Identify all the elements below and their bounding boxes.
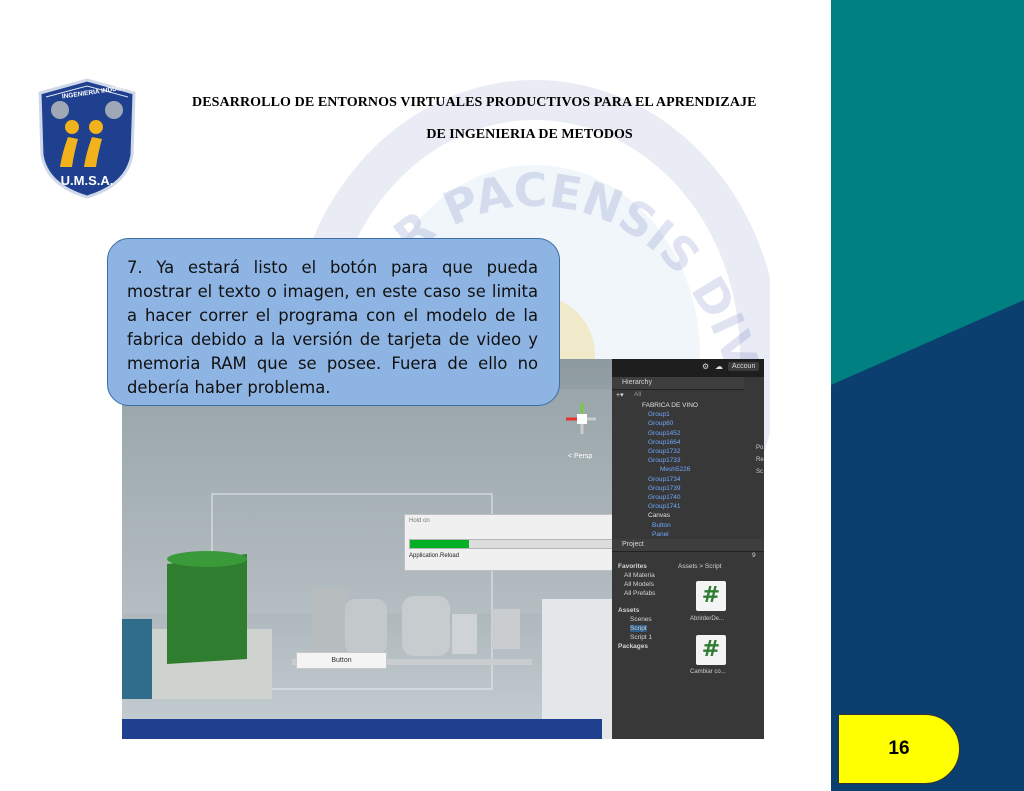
- favorite-item[interactable]: All Prefabs: [624, 590, 655, 597]
- hierarchy-item[interactable]: Group1732: [648, 448, 681, 455]
- script-file-icon[interactable]: #: [696, 581, 726, 611]
- inspector-label-scale: Sc: [756, 469, 764, 475]
- callout-text: 7. Ya estará listo el botón para que pue…: [127, 258, 538, 397]
- hierarchy-item[interactable]: FABRICA DE VINO: [642, 402, 698, 409]
- hierarchy-panel: Hierarchy +▾ All FABRICA DE VINO Group1 Gr…: [612, 377, 744, 539]
- hierarchy-search[interactable]: All: [634, 391, 641, 398]
- assets-label[interactable]: Assets: [618, 607, 639, 614]
- progress-bar: [409, 539, 612, 549]
- script-file-label-2: Cambiar co...: [690, 669, 726, 675]
- cloud-icon[interactable]: ☁: [715, 362, 723, 371]
- account-dropdown[interactable]: Accoun: [728, 362, 760, 371]
- script-file-icon[interactable]: #: [696, 635, 726, 665]
- project-breadcrumb[interactable]: Assets > Script: [678, 563, 722, 570]
- axis-gizmo-icon[interactable]: [562, 399, 602, 439]
- inspector-label-rotation: Re: [756, 457, 764, 463]
- inspector-label-position: Po: [756, 445, 764, 451]
- scene-ui-button[interactable]: Button: [296, 652, 387, 669]
- packages-label[interactable]: Packages: [618, 643, 648, 650]
- unity-editor-screenshot: < Persp Hold on Application.Reload Butto…: [122, 359, 764, 739]
- hierarchy-item[interactable]: Group1452: [648, 430, 681, 437]
- settings-icon[interactable]: ⚙: [702, 362, 709, 371]
- unity-toolbar: ⚙ ☁ Accoun: [612, 359, 764, 377]
- hierarchy-item[interactable]: Group1: [648, 411, 670, 418]
- favorite-item[interactable]: All Materia: [624, 572, 655, 579]
- hierarchy-item[interactable]: Group1733: [648, 457, 681, 464]
- hierarchy-item[interactable]: Panel: [652, 531, 669, 538]
- project-panel: Project Favorites All Materia All Models A…: [612, 539, 764, 739]
- document-title-line1: DESARROLLO DE ENTORNOS VIRTUALES PRODUCT…: [192, 95, 757, 110]
- hierarchy-item[interactable]: Group60: [648, 420, 673, 427]
- dialog-message: Application.Reload: [409, 553, 460, 559]
- add-icon[interactable]: +▾: [616, 391, 624, 399]
- hierarchy-item[interactable]: Group1664: [648, 439, 681, 446]
- asset-folder-item[interactable]: Script 1: [630, 634, 652, 641]
- asset-folder-item[interactable]: Scenes: [630, 616, 652, 623]
- svg-text:U.M.S.A.: U.M.S.A.: [61, 173, 114, 188]
- instruction-callout: 7. Ya estará listo el botón para que pue…: [107, 238, 560, 406]
- document-title-line2: DE INGENIERIA DE METODOS: [426, 127, 633, 142]
- hierarchy-item[interactable]: Group1739: [648, 485, 681, 492]
- project-tab[interactable]: Project: [612, 539, 764, 552]
- asset-count: 9: [752, 552, 756, 559]
- dialog-title: Hold on: [409, 518, 430, 524]
- hierarchy-item[interactable]: Group1741: [648, 503, 681, 510]
- asset-folder-item[interactable]: Script: [630, 625, 647, 632]
- hierarchy-item[interactable]: Button: [652, 522, 671, 529]
- persp-label[interactable]: < Persp: [568, 453, 592, 460]
- hierarchy-tab[interactable]: Hierarchy: [612, 377, 744, 390]
- hierarchy-item[interactable]: Mesh5226: [660, 466, 690, 473]
- scene-view: < Persp Hold on Application.Reload Butto…: [122, 359, 612, 739]
- progress-dialog: Hold on Application.Reload: [404, 514, 612, 571]
- progress-fill: [410, 540, 469, 548]
- faculty-logo: INGENIERIA INDUSTRIAL U.M.S.A.: [38, 78, 141, 199]
- page-number: 16: [838, 714, 960, 784]
- hierarchy-item[interactable]: Group1734: [648, 476, 681, 483]
- script-file-label-1: AbrirderDe...: [690, 616, 725, 622]
- favorites-label[interactable]: Favorites: [618, 563, 647, 570]
- hierarchy-item[interactable]: Group1740: [648, 494, 681, 501]
- favorite-item[interactable]: All Models: [624, 581, 654, 588]
- inspector-panel: Po Re Sc: [744, 377, 764, 539]
- hierarchy-item[interactable]: Canvas: [648, 512, 670, 519]
